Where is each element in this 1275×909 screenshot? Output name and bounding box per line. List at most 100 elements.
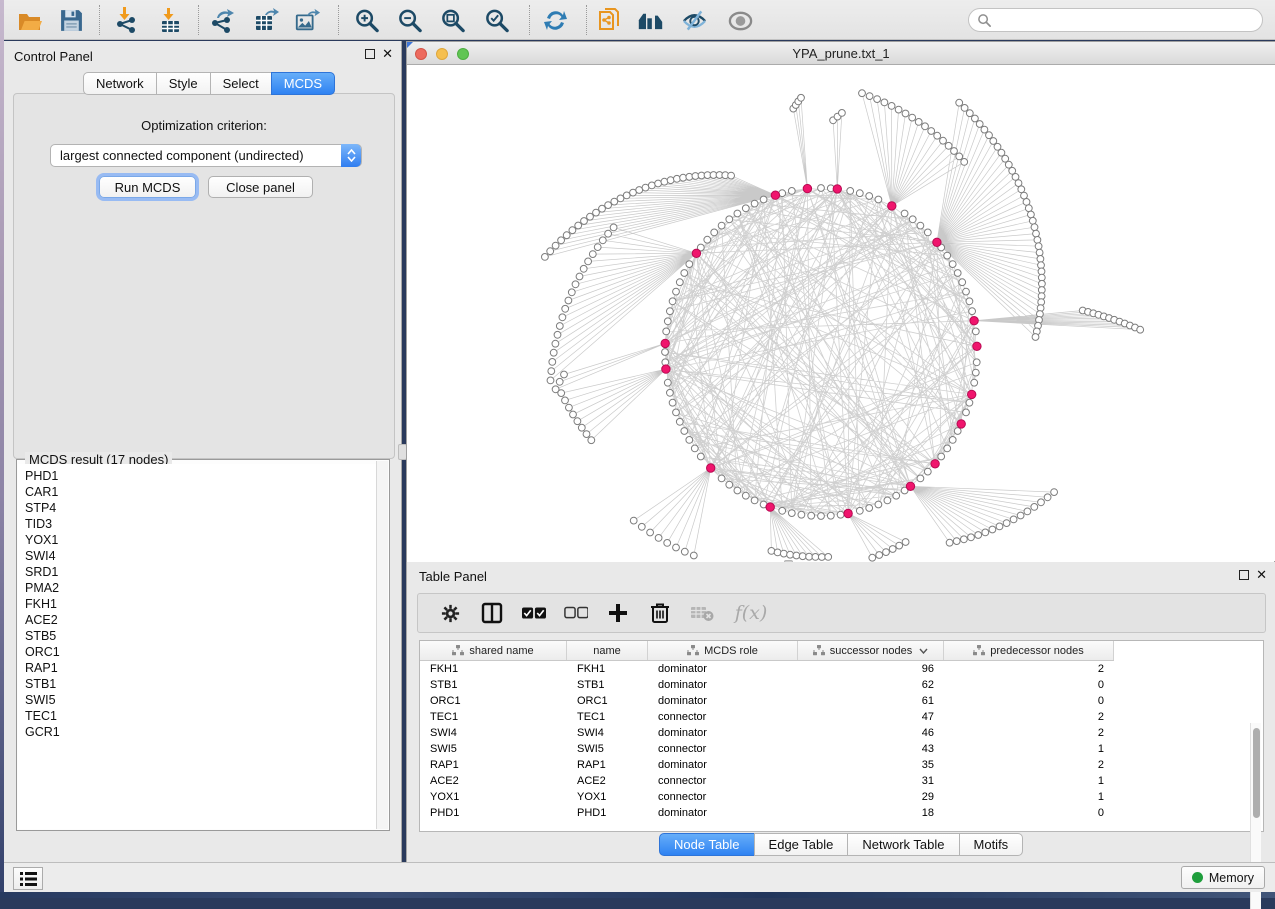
save-session-icon[interactable] [58,7,85,34]
table-row[interactable]: SWI5SWI5connector431 [420,741,1263,757]
mcds-result-item[interactable]: PHD1 [25,468,376,484]
mcds-result-item[interactable]: FKH1 [25,596,376,612]
toolbar-separator [99,5,100,35]
control-panel-title: Control Panel [14,49,93,64]
task-history-button[interactable] [13,867,43,890]
mcds-result-item[interactable]: TID3 [25,516,376,532]
tab-node-table[interactable]: Node Table [659,833,755,856]
tab-network[interactable]: Network [83,72,157,95]
table-row[interactable]: STB1STB1dominator620 [420,677,1263,693]
mcds-result-item[interactable]: TEC1 [25,708,376,724]
criterion-dropdown[interactable]: largest connected component (undirected) [50,144,362,167]
node-table[interactable]: shared namenameMCDS rolesuccessor nodesp… [419,640,1264,832]
mcds-result-item[interactable]: RAP1 [25,660,376,676]
mcds-result-item[interactable]: STP4 [25,500,376,516]
birds-eye-view-icon[interactable] [637,7,664,34]
table-cell: 2 [944,759,1114,771]
main-toolbar [4,0,1275,40]
zoom-fit-icon[interactable] [440,7,467,34]
shared-column-icon [813,645,825,656]
table-cell: 96 [798,663,944,675]
mcds-result-item[interactable]: SRD1 [25,564,376,580]
column-header-MCDS-role[interactable]: MCDS role [648,641,798,660]
mcds-result-list[interactable]: PHD1CAR1STP4TID3YOX1SWI4SRD1PMA2FKH1ACE2… [18,464,376,829]
table-cell: SWI5 [420,743,567,755]
table-row[interactable]: RAP1RAP1dominator352 [420,757,1263,773]
import-table-icon[interactable] [157,7,184,34]
delete-columns-icon[interactable] [648,601,672,625]
table-cell: 1 [944,775,1114,787]
zoom-out-icon[interactable] [397,7,424,34]
mcds-list-scrollbar[interactable] [376,461,388,829]
control-panel-tabs: Network Style Select MCDS [83,72,335,95]
tab-motifs[interactable]: Motifs [959,833,1024,856]
export-network-icon[interactable] [209,7,236,34]
import-network-icon[interactable] [113,7,140,34]
table-rows: FKH1FKH1dominator962STB1STB1dominator620… [420,661,1263,831]
table-row[interactable]: FKH1FKH1dominator962 [420,661,1263,677]
hide-graphics-details-icon[interactable] [681,7,708,34]
scrollbar-thumb[interactable] [1253,728,1260,818]
column-header-successor-nodes[interactable]: successor nodes [798,641,944,660]
close-panel-icon[interactable]: ✕ [382,49,393,59]
unselect-all-icon[interactable] [564,601,588,625]
export-image-icon[interactable] [294,7,321,34]
zoom-selected-icon[interactable] [484,7,511,34]
show-columns-icon[interactable] [480,601,504,625]
open-file-icon[interactable] [16,7,43,34]
close-panel-icon[interactable]: ✕ [1256,570,1267,580]
column-header-name[interactable]: name [567,641,648,660]
add-column-icon[interactable] [606,601,630,625]
memory-button[interactable]: Memory [1181,866,1265,889]
network-canvas[interactable] [407,65,1274,562]
column-header-predecessor-nodes[interactable]: predecessor nodes [944,641,1114,660]
mcds-result-item[interactable]: STB5 [25,628,376,644]
toolbar-separator [586,5,587,35]
mcds-result-item[interactable]: SWI5 [25,692,376,708]
table-row[interactable]: ORC1ORC1dominator610 [420,693,1263,709]
table-cell: dominator [648,759,798,771]
tab-network-table[interactable]: Network Table [847,833,959,856]
tab-mcds[interactable]: MCDS [271,72,335,95]
tab-edge-table[interactable]: Edge Table [754,833,849,856]
table-cell: ORC1 [420,695,567,707]
show-graphics-details-icon[interactable] [727,7,754,34]
destroy-table-icon[interactable] [690,601,714,625]
function-builder-icon[interactable]: f(x) [732,601,770,625]
table-row[interactable]: PHD1PHD1dominator180 [420,805,1263,821]
mcds-result-item[interactable]: ACE2 [25,612,376,628]
mcds-result-item[interactable]: YOX1 [25,532,376,548]
table-panel: Table Panel ✕ [406,562,1275,862]
mcds-result-item[interactable]: CAR1 [25,484,376,500]
zoom-in-icon[interactable] [354,7,381,34]
search-box[interactable] [968,8,1263,32]
table-row[interactable]: ACE2ACE2connector311 [420,773,1263,789]
mcds-result-item[interactable]: PMA2 [25,580,376,596]
float-panel-icon[interactable] [365,49,375,59]
network-window-titlebar[interactable]: YPA_prune.txt_1 [407,42,1275,65]
mcds-result-item[interactable]: SWI4 [25,548,376,564]
select-all-icon[interactable] [522,601,546,625]
mcds-result-item[interactable]: GCR1 [25,724,376,740]
table-row[interactable]: YOX1YOX1connector291 [420,789,1263,805]
table-cell: 2 [944,727,1114,739]
network-title: YPA_prune.txt_1 [407,46,1275,61]
mcds-result-item[interactable]: ORC1 [25,644,376,660]
table-row[interactable]: SWI4SWI4dominator462 [420,725,1263,741]
tab-select[interactable]: Select [210,72,272,95]
refresh-layout-icon[interactable] [542,7,569,34]
table-settings-icon[interactable] [438,601,462,625]
table-cell: dominator [648,695,798,707]
column-header-shared-name[interactable]: shared name [420,641,567,660]
export-table-icon[interactable] [253,7,280,34]
table-row[interactable]: TEC1TEC1connector472 [420,709,1263,725]
mcds-result-item[interactable]: STB1 [25,676,376,692]
search-input[interactable] [992,13,1262,27]
share-network-icon[interactable] [596,7,623,34]
table-cell: ACE2 [420,775,567,787]
run-mcds-button[interactable]: Run MCDS [99,176,196,198]
table-cell: 31 [798,775,944,787]
close-panel-button[interactable]: Close panel [208,176,313,198]
float-panel-icon[interactable] [1239,570,1249,580]
tab-style[interactable]: Style [156,72,211,95]
